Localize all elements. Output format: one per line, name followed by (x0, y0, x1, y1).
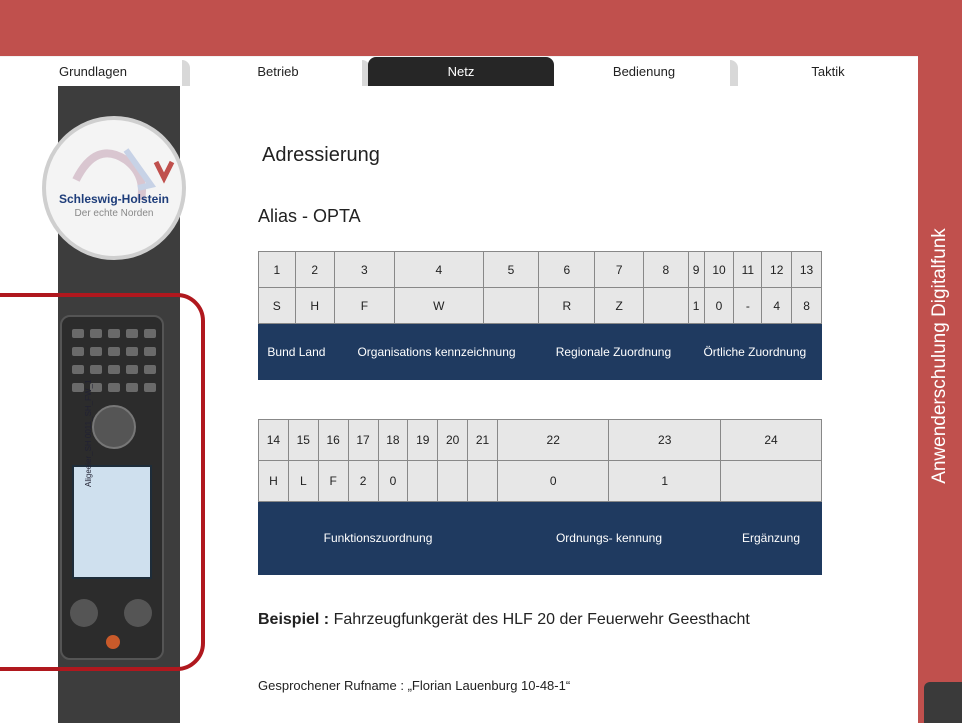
label-funktion: Funktionszuordnung (258, 501, 498, 575)
section-title: Alias - OPTA (258, 206, 361, 226)
label-ergaenzung: Ergänzung (720, 501, 822, 575)
tab-label: Bedienung (612, 64, 676, 79)
cell: Z (594, 287, 644, 324)
example-body: Fahrzeugfunkgerät des HLF 20 der Feuerwe… (333, 611, 750, 628)
cell: 2 (294, 251, 335, 288)
cell: 5 (482, 251, 540, 288)
tab-taktik[interactable]: Taktik (738, 57, 918, 86)
cell: - (733, 287, 763, 324)
cell: H (258, 460, 289, 502)
cell: 7 (594, 251, 644, 288)
cell: 6 (538, 251, 596, 288)
cell: 14 (258, 419, 289, 461)
tab-betrieb[interactable]: Betrieb (190, 57, 370, 86)
side-title-text: Anwenderschulung Digitalfunk (929, 228, 951, 484)
cell: 2 (347, 460, 379, 502)
tab-label: Netz (447, 64, 475, 79)
position-row: 14 15 16 17 18 19 20 21 22 23 24 (258, 419, 822, 461)
state-logo: Schleswig-Holstein Der echte Norden (42, 116, 186, 260)
cell: 3 (333, 251, 395, 288)
tab-netz[interactable]: Netz (368, 57, 554, 86)
cell: 12 (761, 251, 793, 288)
cell: 0 (377, 460, 409, 502)
cell: 1 (608, 460, 721, 502)
cell (720, 460, 822, 502)
cell (407, 460, 439, 502)
navigation-wheel-icon (92, 405, 136, 449)
cell: 9 (687, 251, 705, 288)
cell: 10 (703, 251, 735, 288)
cell: 1 (258, 251, 296, 288)
cell: 1 (687, 287, 705, 324)
top-bar (0, 0, 962, 56)
cell: 11 (733, 251, 763, 288)
tab-label: Betrieb (257, 64, 299, 79)
example-label: Beispiel : (258, 611, 330, 628)
label-bund-land: Bund Land (258, 323, 335, 380)
logo-line2: Der echte Norden (74, 208, 154, 219)
cell (467, 460, 498, 502)
tab-bedienung[interactable]: Bedienung (554, 57, 738, 86)
cell (437, 460, 469, 502)
cell: H (294, 287, 335, 324)
corner-button[interactable] (924, 682, 962, 723)
cell: 18 (377, 419, 409, 461)
cell: 16 (317, 419, 349, 461)
label-organisation: Organisations kennzeichnung (333, 323, 540, 380)
cell: 4 (393, 251, 484, 288)
cell: 17 (347, 419, 379, 461)
side-title: Anwenderschulung Digitalfunk (918, 56, 962, 656)
call-name: Gesprochener Rufname : „Florian Lauenbur… (258, 678, 571, 693)
cell: 21 (467, 419, 498, 461)
left-softkey-icon (70, 599, 98, 627)
opta-table-2: 14 15 16 17 18 19 20 21 22 23 24 H L F 2… (258, 419, 822, 575)
value-row: S H F W R Z 1 0 - 4 8 (258, 287, 822, 324)
value-row: H L F 2 0 0 1 (258, 460, 822, 502)
cell: L (287, 460, 319, 502)
label-row: Bund Land Organisations kennzeichnung Re… (258, 323, 823, 380)
right-softkey-icon (124, 599, 152, 627)
cell: S (258, 287, 296, 324)
cell: R (538, 287, 596, 324)
power-button-icon (106, 635, 120, 649)
tab-bar: Grundlagen Betrieb Netz Bedienung Taktik (0, 57, 918, 86)
cell: 15 (287, 419, 319, 461)
device-screen: Aligeeier_SH 0011_SH_FW_1 (72, 380, 152, 579)
label-regional: Regionale Zuordnung (538, 323, 689, 380)
cell: 19 (407, 419, 439, 461)
tab-label: Grundlagen (59, 64, 127, 79)
cell: W (393, 287, 484, 324)
opta-table-1: 1 2 3 4 5 6 7 8 9 10 11 12 13 S H F W R … (258, 251, 823, 380)
cell: 0 (703, 287, 735, 324)
cell: 8 (642, 251, 689, 288)
label-row: Funktionszuordnung Ordnungs- kennung Erg… (258, 501, 822, 575)
page-title: Adressierung (262, 144, 380, 166)
cell: 24 (720, 419, 822, 461)
logo-line1: Schleswig-Holstein (58, 192, 170, 206)
example-text: Beispiel : Fahrzeugfunkgerät des HLF 20 … (258, 608, 818, 631)
logo-graphic-icon (72, 148, 175, 201)
cell: 13 (791, 251, 822, 288)
cell: F (317, 460, 349, 502)
radio-device-image: Aligeeier_SH 0011_SH_FW_1 (60, 315, 164, 660)
cell: 4 (761, 287, 793, 324)
cell: 8 (791, 287, 822, 324)
label-ordnung: Ordnungs- kennung (497, 501, 721, 575)
label-oertlich: Örtliche Zuordnung (687, 323, 823, 380)
cell: 22 (496, 419, 610, 461)
tab-label: Taktik (811, 64, 845, 79)
tab-grundlagen[interactable]: Grundlagen (0, 57, 190, 86)
cell: F (333, 287, 395, 324)
cell: 20 (437, 419, 469, 461)
cell (482, 287, 540, 324)
cell (642, 287, 689, 324)
cell: 0 (496, 460, 610, 502)
position-row: 1 2 3 4 5 6 7 8 9 10 11 12 13 (258, 251, 822, 288)
cell: 23 (608, 419, 721, 461)
